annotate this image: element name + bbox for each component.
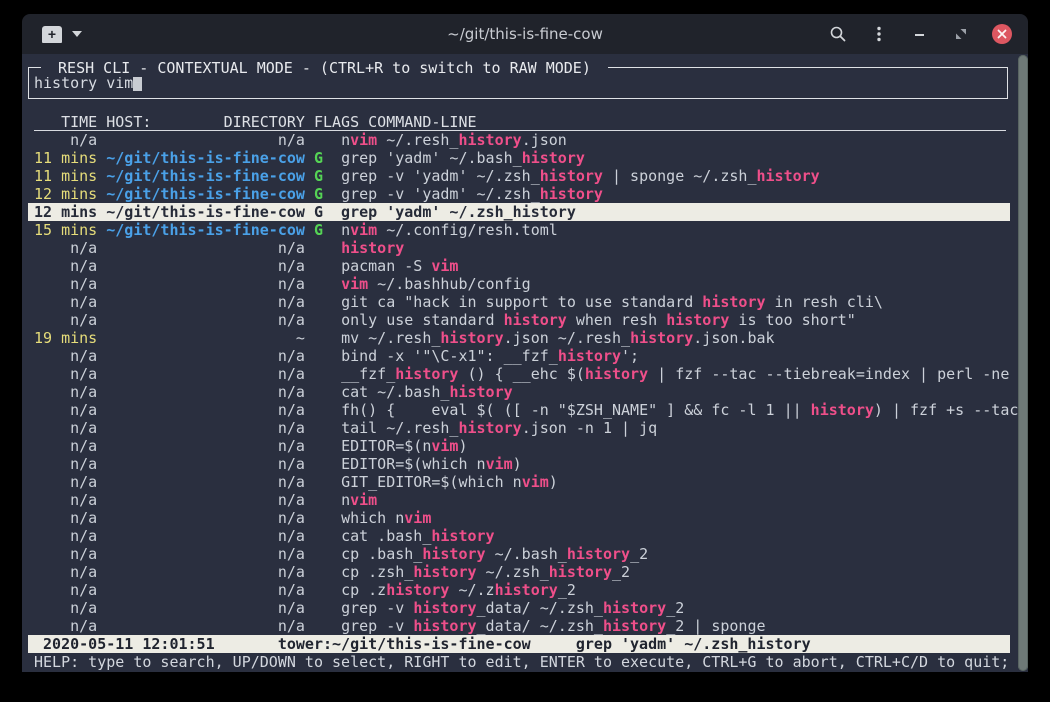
table-row[interactable]: 11 mins ~/git/this-is-fine-cow G grep -v…	[34, 167, 1006, 185]
close-button[interactable]	[992, 24, 1012, 44]
search-panel-title: RESH CLI - CONTEXTUAL MODE - (CTRL+R to …	[41, 59, 608, 77]
table-row[interactable]: 19 mins ~ mv ~/.resh_history.json ~/.res…	[34, 329, 1006, 347]
table-row[interactable]: n/a n/a nvim	[34, 491, 1006, 509]
table-row[interactable]: n/a n/a vim ~/.bashhub/config	[34, 275, 1006, 293]
close-icon	[997, 29, 1007, 39]
restore-icon[interactable]	[951, 24, 971, 44]
table-row[interactable]: n/a n/a pacman -S vim	[34, 257, 1006, 275]
text-cursor	[133, 75, 142, 91]
history-table: n/a n/a nvim ~/.resh_history.json11 mins…	[34, 131, 1006, 635]
table-row[interactable]: n/a n/a cat ~/.bash_history	[34, 383, 1006, 401]
kebab-menu-icon[interactable]	[869, 24, 889, 44]
table-row[interactable]: 15 mins ~/git/this-is-fine-cow G nvim ~/…	[34, 221, 1006, 239]
table-row[interactable]: 12 mins ~/git/this-is-fine-cow G grep -v…	[34, 185, 1006, 203]
status-bar: 2020-05-11 12:01:51 tower:~/git/this-is-…	[28, 635, 1010, 653]
screen: + ~/git/this-is-fine-cow	[0, 0, 1050, 702]
table-row[interactable]: n/a n/a cp .zsh_history ~/.zsh_history_2	[34, 563, 1006, 581]
help-line: HELP: type to search, UP/DOWN to select,…	[34, 653, 1006, 671]
table-row[interactable]: n/a n/a EDITOR=$(which nvim)	[34, 455, 1006, 473]
table-row[interactable]: 12 mins ~/git/this-is-fine-cow G grep 'y…	[28, 203, 1010, 221]
table-row[interactable]: n/a n/a cp .bash_history ~/.bash_history…	[34, 545, 1006, 563]
table-row[interactable]: n/a n/a grep -v history_data/ ~/.zsh_his…	[34, 599, 1006, 617]
table-row[interactable]: n/a n/a grep -v history_data/ ~/.zsh_his…	[34, 617, 1006, 635]
table-row[interactable]: n/a n/a bind -x '"\C-x1": __fzf_history'…	[34, 347, 1006, 365]
table-row[interactable]: n/a n/a cp .zhistory ~/.zhistory_2	[34, 581, 1006, 599]
table-row[interactable]: n/a n/a GIT_EDITOR=$(which nvim)	[34, 473, 1006, 491]
table-row[interactable]: n/a n/a nvim ~/.resh_history.json	[34, 131, 1006, 149]
table-row[interactable]: n/a n/a tail ~/.resh_history.json -n 1 |…	[34, 419, 1006, 437]
scrollbar[interactable]	[1018, 55, 1028, 671]
minimize-icon[interactable]	[910, 24, 930, 44]
titlebar: + ~/git/this-is-fine-cow	[22, 14, 1028, 54]
table-row[interactable]: n/a n/a only use standard history when r…	[34, 311, 1006, 329]
table-row[interactable]: n/a n/a cat .bash_history	[34, 527, 1006, 545]
search-panel: RESH CLI - CONTEXTUAL MODE - (CTRL+R to …	[28, 67, 1008, 99]
table-row[interactable]: n/a n/a which nvim	[34, 509, 1006, 527]
table-header: TIME HOST: DIRECTORY FLAGS COMMAND-LINE	[34, 113, 1006, 131]
search-icon[interactable]	[828, 24, 848, 44]
table-row[interactable]: n/a n/a git ca "hack in support to use s…	[34, 293, 1006, 311]
table-row[interactable]: n/a n/a EDITOR=$(nvim)	[34, 437, 1006, 455]
table-row[interactable]: n/a n/a history	[34, 239, 1006, 257]
terminal-window: + ~/git/this-is-fine-cow	[22, 14, 1028, 672]
table-row[interactable]: n/a n/a __fzf_history () { __ehc $(histo…	[34, 365, 1006, 383]
table-row[interactable]: n/a n/a fh() { eval $( ([ -n "$ZSH_NAME"…	[34, 401, 1006, 419]
terminal-content: RESH CLI - CONTEXTUAL MODE - (CTRL+R to …	[22, 54, 1028, 672]
table-row[interactable]: 11 mins ~/git/this-is-fine-cow G grep 'y…	[34, 149, 1006, 167]
